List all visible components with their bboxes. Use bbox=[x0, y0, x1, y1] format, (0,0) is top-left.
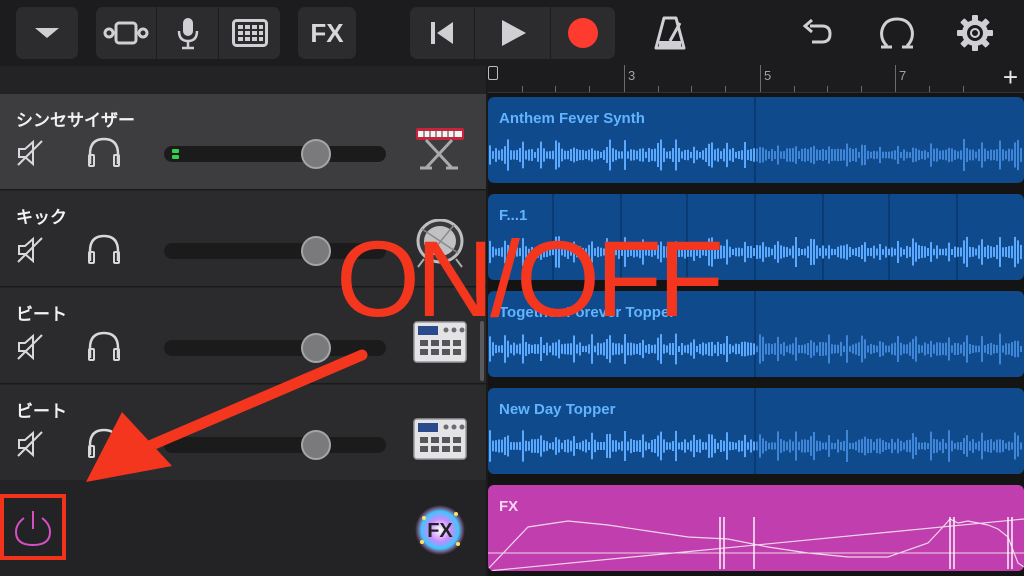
track-header-synth[interactable]: シンセサイザー bbox=[0, 94, 486, 190]
region-waveform bbox=[489, 333, 1022, 365]
track-lane: Anthem Fever Synth bbox=[488, 93, 1024, 190]
automation-curve bbox=[488, 517, 1024, 571]
mute-icon[interactable] bbox=[16, 429, 44, 459]
grid-icon bbox=[231, 19, 268, 47]
loop-browser-button[interactable] bbox=[874, 7, 920, 59]
track-lane: Together Forever Topper bbox=[488, 287, 1024, 384]
drum-icon bbox=[416, 219, 464, 268]
volume-slider-knob[interactable] bbox=[301, 236, 331, 266]
gear-icon bbox=[957, 15, 993, 51]
headphones-icon[interactable] bbox=[86, 136, 122, 168]
region-waveform bbox=[489, 236, 1022, 268]
ruler-label: 3 bbox=[628, 68, 636, 83]
undo-button[interactable] bbox=[796, 7, 840, 59]
fx-button-label: FX bbox=[310, 17, 344, 48]
loop-icon bbox=[880, 17, 914, 49]
fx-button[interactable]: FX bbox=[298, 7, 356, 59]
microphone-button[interactable] bbox=[156, 7, 218, 59]
power-icon[interactable] bbox=[4, 498, 62, 556]
volume-slider-knob[interactable] bbox=[301, 333, 331, 363]
mute-icon[interactable] bbox=[16, 138, 44, 168]
track-headers-panel: シンセサイザー キック ビート ビート FX bbox=[0, 66, 486, 576]
browser-dropdown-button[interactable] bbox=[16, 7, 78, 59]
headphones-icon[interactable] bbox=[86, 233, 122, 265]
track-name: ビート bbox=[16, 305, 67, 325]
power-toggle-highlight[interactable] bbox=[0, 494, 66, 560]
track-name: シンセサイザー bbox=[16, 111, 135, 131]
mute-icon[interactable] bbox=[16, 235, 44, 265]
drum-machine-icon bbox=[413, 321, 467, 363]
region-beat-2[interactable]: New Day Topper bbox=[488, 388, 1024, 474]
volume-slider[interactable] bbox=[164, 139, 386, 169]
mute-icon[interactable] bbox=[16, 332, 44, 362]
tracks-view-button[interactable] bbox=[218, 7, 280, 59]
ruler-label: 7 bbox=[899, 68, 907, 83]
chevron-down-icon bbox=[16, 7, 78, 59]
ruler-label: 5 bbox=[764, 68, 772, 83]
volume-slider-knob[interactable] bbox=[301, 139, 331, 169]
playhead-handle[interactable] bbox=[488, 66, 498, 80]
region-waveform bbox=[489, 430, 1022, 462]
headphones-icon[interactable] bbox=[86, 427, 122, 459]
fx-badge-label: FX bbox=[427, 520, 453, 542]
volume-slider-knob[interactable] bbox=[301, 430, 331, 460]
fx-sparkle-icon: FX bbox=[415, 505, 465, 555]
add-section-button[interactable]: + bbox=[1003, 62, 1018, 93]
smart-controls-button[interactable] bbox=[96, 7, 156, 59]
track-header-kick[interactable]: キック bbox=[0, 191, 486, 287]
smart-controls-icon bbox=[103, 21, 149, 45]
undo-icon bbox=[802, 18, 832, 44]
track-lane: FX bbox=[488, 481, 1024, 576]
region-title: New Day Topper bbox=[499, 401, 616, 418]
region-title: F...1 bbox=[499, 207, 528, 224]
fx-track-badge: FX bbox=[414, 504, 466, 556]
track-header-beat-2[interactable]: ビート bbox=[0, 385, 486, 481]
volume-slider[interactable] bbox=[164, 333, 386, 363]
volume-slider[interactable] bbox=[164, 236, 386, 266]
top-toolbar: FX bbox=[0, 0, 1024, 66]
region-waveform bbox=[489, 139, 1022, 171]
region-synth[interactable]: Anthem Fever Synth bbox=[488, 97, 1024, 183]
tracks-area[interactable]: Anthem Fever Synth F...1 Together Foreve… bbox=[488, 93, 1024, 576]
view-controls-group bbox=[96, 7, 280, 59]
play-button[interactable] bbox=[474, 7, 550, 59]
volume-slider[interactable] bbox=[164, 430, 386, 460]
drum-machine-icon bbox=[413, 418, 467, 460]
metronome-icon bbox=[654, 16, 686, 50]
timeline-ruler[interactable]: 3 5 7 + bbox=[488, 62, 1024, 93]
metronome-button[interactable] bbox=[646, 7, 694, 59]
track-name: キック bbox=[16, 208, 67, 228]
track-list-scrollbar[interactable] bbox=[480, 321, 484, 381]
microphone-icon bbox=[177, 18, 198, 50]
transport-controls bbox=[410, 7, 615, 59]
region-title: Anthem Fever Synth bbox=[499, 110, 645, 127]
rewind-button[interactable] bbox=[410, 7, 474, 59]
track-lane: New Day Topper bbox=[488, 384, 1024, 481]
track-header-beat-1[interactable]: ビート bbox=[0, 288, 486, 384]
rewind-icon bbox=[431, 22, 453, 44]
record-button[interactable] bbox=[550, 7, 615, 59]
region-fx[interactable]: FX bbox=[488, 485, 1024, 571]
play-icon bbox=[501, 20, 526, 46]
region-title: Together Forever Topper bbox=[499, 304, 676, 321]
track-name: ビート bbox=[16, 402, 67, 422]
region-beat-1[interactable]: Together Forever Topper bbox=[488, 291, 1024, 377]
record-icon bbox=[568, 18, 598, 48]
level-meter bbox=[172, 149, 179, 159]
region-kick[interactable]: F...1 bbox=[488, 194, 1024, 280]
track-lane: F...1 bbox=[488, 190, 1024, 287]
keyboard-icon bbox=[416, 128, 464, 170]
headphones-icon[interactable] bbox=[86, 330, 122, 362]
settings-button[interactable] bbox=[952, 7, 998, 59]
